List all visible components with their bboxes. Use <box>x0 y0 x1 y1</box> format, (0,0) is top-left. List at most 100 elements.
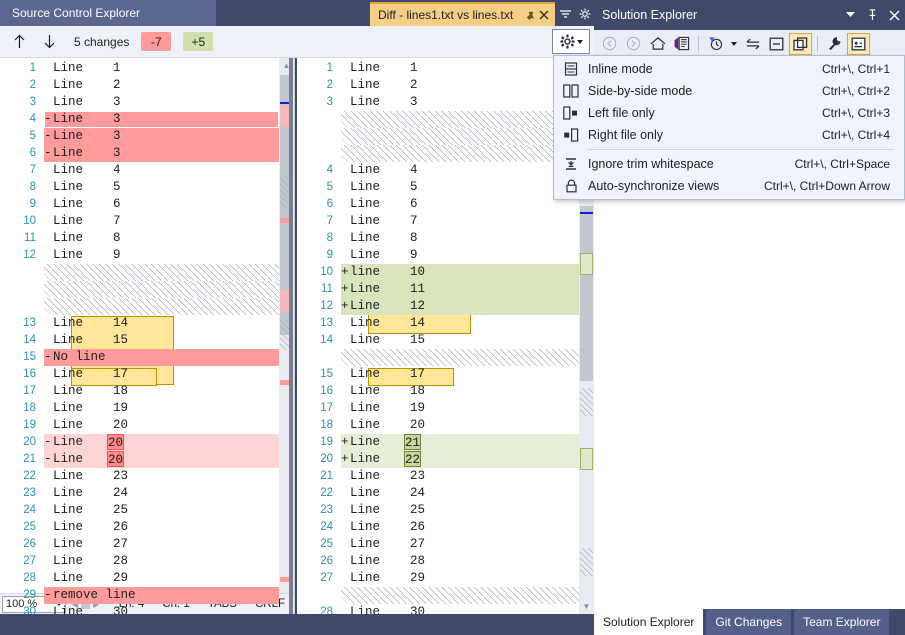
code-line-row[interactable]: 9 Line 9 <box>297 247 579 264</box>
code-line-row[interactable]: 11+Line 11 <box>297 281 579 298</box>
menu-item-left-file-only[interactable]: Left file onlyCtrl+\, Ctrl+3 <box>554 102 904 124</box>
code-line-row[interactable]: 8 Line 8 <box>297 230 579 247</box>
code-line-row[interactable]: 18 Line 20 <box>297 417 579 434</box>
visual-studio-icon[interactable] <box>670 33 693 55</box>
code-line-row[interactable]: 10+line 10 <box>297 264 579 281</box>
code-line-row[interactable]: 2 Line 2 <box>0 77 279 94</box>
code-line-row[interactable]: 16 Line 18 <box>297 383 579 400</box>
tab-diff-lines1-vs-lines[interactable]: Diff - lines1.txt vs lines.txt <box>370 2 555 26</box>
right-code-area[interactable]: 1 Line 12 Line 23 Line 3 4 Line 45 Line 5… <box>297 58 579 614</box>
code-line-row[interactable]: 27 Line 28 <box>0 553 279 570</box>
code-line-row[interactable]: 5-Line 3 <box>0 128 279 145</box>
properties-wrench-icon[interactable] <box>823 33 846 55</box>
forward-arrow-icon[interactable] <box>622 33 645 55</box>
code-line-row[interactable]: 23 Line 24 <box>0 485 279 502</box>
tool-tab-team-explorer[interactable]: Team Explorer <box>794 609 889 635</box>
code-line-row[interactable]: 22 Line 23 <box>0 468 279 485</box>
filter-dropdown-caret-icon[interactable] <box>728 33 740 55</box>
arrow-down-icon[interactable] <box>38 30 60 54</box>
code-line-row[interactable]: 4-Line 3 <box>0 111 279 128</box>
code-line-row[interactable]: 19 Line 20 <box>0 417 279 434</box>
code-line-row[interactable]: 12+Line 12 <box>297 298 579 315</box>
close-icon[interactable] <box>537 7 551 23</box>
diff-settings-button[interactable] <box>552 29 590 54</box>
code-line-row[interactable]: 7 Line 4 <box>0 162 279 179</box>
code-line-row[interactable]: 1 Line 1 <box>297 60 579 77</box>
menu-item-label: Left file only <box>588 106 822 120</box>
tool-tab-git-changes[interactable]: Git Changes <box>706 609 791 635</box>
tab-settings-icon[interactable] <box>575 3 594 25</box>
scrollbar-thumb[interactable] <box>580 206 593 381</box>
code-line-row[interactable]: 26 Line 28 <box>297 553 579 570</box>
left-code-area[interactable]: 1 Line 12 Line 23 Line 34-Line 35-Line 3… <box>0 58 279 614</box>
code-line-row[interactable]: 23 Line 25 <box>297 502 579 519</box>
code-line-row[interactable]: 4 Line 4 <box>297 162 579 179</box>
code-line-row[interactable]: 12 Line 9 <box>0 247 279 264</box>
code-line-row[interactable]: 16 Line 17 <box>0 366 279 383</box>
code-line-row[interactable]: 30 Line 30 <box>0 604 279 614</box>
code-line-row[interactable]: 6 Line 6 <box>297 196 579 213</box>
pane-splitter[interactable] <box>289 58 293 614</box>
code-line-row[interactable]: 3 Line 3 <box>0 94 279 111</box>
code-line-row[interactable]: 20-Line 20 <box>0 434 279 451</box>
chevron-down-icon[interactable] <box>839 4 861 26</box>
home-icon[interactable] <box>646 33 669 55</box>
code-line-row[interactable]: 19+Line 21 <box>297 434 579 451</box>
code-line-row[interactable]: 15 Line 17 <box>297 366 579 383</box>
diff-settings-menu[interactable]: Inline modeCtrl+\, Ctrl+1Side-by-side mo… <box>553 55 905 200</box>
tab-source-control-explorer[interactable]: Source Control Explorer <box>0 0 216 26</box>
pending-changes-filter-icon[interactable] <box>704 33 727 55</box>
code-line-row[interactable]: 24 Line 26 <box>297 519 579 536</box>
menu-item-inline-mode[interactable]: Inline modeCtrl+\, Ctrl+1 <box>554 58 904 80</box>
back-arrow-icon[interactable] <box>598 33 621 55</box>
collapse-all-icon[interactable] <box>765 33 788 55</box>
code-line-row[interactable]: 25 Line 27 <box>297 536 579 553</box>
diff-left-pane[interactable]: 1 Line 12 Line 23 Line 34-Line 35-Line 3… <box>0 58 295 614</box>
menu-item-auto-synchronize-views[interactable]: Auto-synchronize viewsCtrl+\, Ctrl+Down … <box>554 175 904 197</box>
show-all-files-icon[interactable] <box>789 33 812 55</box>
code-line-row[interactable]: 21-Line 20 <box>0 451 279 468</box>
code-line-row[interactable]: 26 Line 27 <box>0 536 279 553</box>
code-line-row[interactable]: 1 Line 1 <box>0 60 279 77</box>
preview-selected-items-icon[interactable] <box>847 33 870 55</box>
code-line-row[interactable]: 20+Line 22 <box>297 451 579 468</box>
diff-right-pane[interactable]: 1 Line 12 Line 23 Line 3 4 Line 45 Line 5… <box>297 58 594 614</box>
code-line-row[interactable]: 28 Line 30 <box>297 604 579 614</box>
code-line-row[interactable]: 3 Line 3 <box>297 94 579 111</box>
code-line-row[interactable]: 13 Line 14 <box>297 315 579 332</box>
code-line-row[interactable]: 18 Line 19 <box>0 400 279 417</box>
code-line-row[interactable]: 2 Line 2 <box>297 77 579 94</box>
code-line-row[interactable]: 21 Line 23 <box>297 468 579 485</box>
code-line-row[interactable]: 29-remove line <box>0 587 279 604</box>
code-line-row[interactable]: 25 Line 26 <box>0 519 279 536</box>
code-line-row[interactable]: 14 Line 15 <box>297 332 579 349</box>
code-line-row[interactable]: 11 Line 8 <box>0 230 279 247</box>
tab-overflow-icon[interactable] <box>556 3 575 25</box>
code-line-row[interactable]: 14 Line 15 <box>0 332 279 349</box>
menu-item-ignore-trim-whitespace[interactable]: Ignore trim whitespaceCtrl+\, Ctrl+Space <box>554 153 904 175</box>
menu-item-side-by-side-mode[interactable]: Side-by-side modeCtrl+\, Ctrl+2 <box>554 80 904 102</box>
code-line-row[interactable]: 7 Line 7 <box>297 213 579 230</box>
code-line-row[interactable]: 9 Line 6 <box>0 196 279 213</box>
arrow-up-icon[interactable] <box>8 30 30 54</box>
code-line-row[interactable]: 6-Line 3 <box>0 145 279 162</box>
code-line-row[interactable]: 24 Line 25 <box>0 502 279 519</box>
code-line-row[interactable]: 8 Line 5 <box>0 179 279 196</box>
code-line-row[interactable]: 13 Line 14 <box>0 315 279 332</box>
close-icon[interactable] <box>883 4 905 26</box>
code-line-row[interactable]: 22 Line 24 <box>297 485 579 502</box>
code-line-row[interactable]: 5 Line 5 <box>297 179 579 196</box>
code-line-row[interactable]: 10 Line 7 <box>0 213 279 230</box>
code-line-row[interactable]: 28 Line 29 <box>0 570 279 587</box>
line-text: Line 25 <box>350 502 425 519</box>
code-line-row[interactable]: 17 Line 19 <box>297 400 579 417</box>
tool-tab-solution-explorer[interactable]: Solution Explorer <box>594 609 703 635</box>
code-line-row[interactable]: 27 Line 29 <box>297 570 579 587</box>
code-line-row[interactable]: 17 Line 18 <box>0 383 279 400</box>
pin-icon[interactable] <box>523 7 537 23</box>
sync-with-active-document-icon[interactable] <box>741 33 764 55</box>
menu-item-right-file-only[interactable]: Right file onlyCtrl+\, Ctrl+4 <box>554 124 904 146</box>
code-line-row[interactable]: 15-No line <box>0 349 279 366</box>
scroll-down-icon[interactable]: ▼ <box>579 599 594 614</box>
pin-icon[interactable] <box>861 4 883 26</box>
